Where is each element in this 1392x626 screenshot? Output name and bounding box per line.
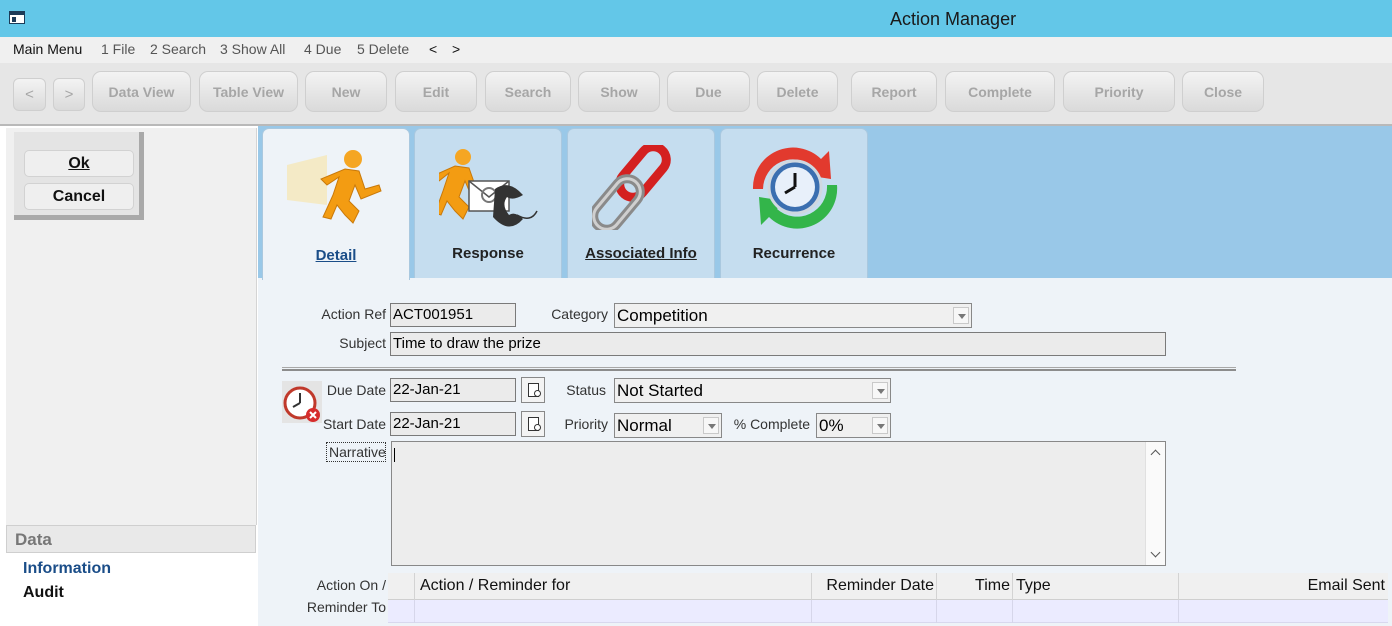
- tab-response-label: Response: [452, 245, 524, 262]
- menu-prev[interactable]: <: [429, 41, 437, 57]
- grid-col-selector[interactable]: [388, 573, 415, 600]
- running-man-phone-icon: [439, 149, 538, 227]
- category-select[interactable]: Competition: [614, 303, 972, 328]
- narrative-textarea[interactable]: [391, 441, 1166, 566]
- grid-cell-reminder-date[interactable]: [812, 600, 937, 623]
- data-view-button[interactable]: Data View: [92, 71, 191, 112]
- table-row[interactable]: [388, 600, 1388, 623]
- toolbar: < > Data View Table View New Edit Search…: [0, 63, 1392, 126]
- grid-cell-selector[interactable]: [388, 600, 415, 623]
- priority-button[interactable]: Priority: [1063, 71, 1175, 112]
- running-man-icon: [287, 150, 382, 224]
- tab-detail[interactable]: Detail: [262, 128, 410, 280]
- section-divider: [282, 367, 1236, 371]
- prev-record-button[interactable]: <: [13, 78, 46, 111]
- start-date-label: Start Date: [322, 416, 386, 432]
- grid-col-type[interactable]: Type: [1013, 573, 1179, 600]
- left-panel: Ok Cancel Data Information Audit: [6, 128, 257, 626]
- menu-due[interactable]: 4 Due: [304, 41, 341, 57]
- complete-select[interactable]: 0%: [816, 413, 891, 438]
- grid-col-reminder-date[interactable]: Reminder Date: [812, 573, 937, 600]
- search-button[interactable]: Search: [485, 71, 571, 112]
- title-bar: Action Manager: [0, 0, 1392, 37]
- table-view-button[interactable]: Table View: [199, 71, 298, 112]
- grid-col-email-sent[interactable]: Email Sent: [1179, 573, 1388, 600]
- reminder-to-label: Reminder To: [306, 599, 386, 615]
- menu-next[interactable]: >: [452, 41, 460, 57]
- status-value: Not Started: [617, 381, 703, 400]
- app-icon[interactable]: [9, 11, 25, 24]
- menu-search[interactable]: 2 Search: [150, 41, 206, 57]
- menu-bar: Main Menu 1 File 2 Search 3 Show All 4 D…: [0, 37, 1392, 63]
- action-on-label: Action On /: [316, 577, 386, 593]
- cancel-button[interactable]: Cancel: [24, 183, 134, 210]
- dialog-buttons: Ok Cancel: [14, 132, 144, 220]
- narrative-scrollbar[interactable]: [1145, 442, 1165, 565]
- grid-col-time[interactable]: Time: [937, 573, 1013, 600]
- data-item-audit[interactable]: Audit: [23, 584, 64, 602]
- scroll-down-icon[interactable]: [1150, 547, 1161, 558]
- chevron-down-icon[interactable]: [703, 417, 719, 434]
- subject-field[interactable]: Time to draw the prize: [390, 332, 1166, 356]
- due-button[interactable]: Due: [667, 71, 750, 112]
- priority-value: Normal: [617, 416, 672, 435]
- menu-show-all[interactable]: 3 Show All: [220, 41, 285, 57]
- chain-link-icon: [592, 145, 671, 230]
- priority-label: Priority: [564, 416, 608, 432]
- tab-strip: Detail Response Associated Info Recurren…: [258, 126, 1392, 280]
- subject-label: Subject: [339, 335, 386, 351]
- action-ref-label: Action Ref: [321, 306, 386, 322]
- scroll-up-icon[interactable]: [1150, 449, 1161, 460]
- action-ref-field[interactable]: ACT001951: [390, 303, 516, 327]
- data-panel: Data Information Audit: [6, 525, 257, 626]
- complete-label: % Complete: [733, 416, 810, 432]
- detail-form: Action Ref ACT001951 Category Competitio…: [258, 278, 1392, 626]
- text-caret: [394, 448, 395, 462]
- category-label: Category: [551, 306, 608, 322]
- next-record-button[interactable]: >: [53, 78, 85, 111]
- status-select[interactable]: Not Started: [614, 378, 891, 403]
- tab-detail-label: Detail: [315, 247, 357, 264]
- due-date-field[interactable]: 22-Jan-21: [390, 378, 516, 402]
- detail-area: Detail Response Associated Info Recurren…: [258, 126, 1392, 626]
- reminder-grid-header: Action / Reminder for Reminder Date Time…: [388, 573, 1388, 600]
- data-panel-header: Data: [6, 525, 256, 553]
- complete-button[interactable]: Complete: [945, 71, 1055, 112]
- ok-button[interactable]: Ok: [24, 150, 134, 177]
- close-button[interactable]: Close: [1182, 71, 1264, 112]
- edit-button[interactable]: Edit: [395, 71, 477, 112]
- menu-main[interactable]: Main Menu: [13, 41, 82, 57]
- due-date-label: Due Date: [326, 382, 386, 398]
- grid-col-action-reminder-for[interactable]: Action / Reminder for: [415, 573, 812, 600]
- tab-recurrence[interactable]: Recurrence: [720, 128, 868, 278]
- grid-cell-time[interactable]: [937, 600, 1013, 623]
- window-title: Action Manager: [890, 9, 1017, 29]
- chevron-down-icon[interactable]: [872, 382, 888, 399]
- data-item-information[interactable]: Information: [23, 560, 111, 578]
- chevron-down-icon[interactable]: [872, 417, 888, 434]
- report-button[interactable]: Report: [851, 71, 937, 112]
- grid-cell-type[interactable]: [1013, 600, 1179, 623]
- complete-value: 0%: [819, 416, 844, 435]
- menu-delete[interactable]: 5 Delete: [357, 41, 409, 57]
- tab-associated-info-label: Associated Info: [585, 245, 697, 262]
- narrative-label: Narrative: [326, 442, 386, 462]
- new-button[interactable]: New: [305, 71, 387, 112]
- due-date-calendar-icon[interactable]: [521, 377, 545, 403]
- tab-associated-info[interactable]: Associated Info: [567, 128, 715, 278]
- status-label: Status: [566, 382, 606, 398]
- grid-cell-action-reminder-for[interactable]: [415, 600, 812, 623]
- start-date-field[interactable]: 22-Jan-21: [390, 412, 516, 436]
- start-date-calendar-icon[interactable]: [521, 411, 545, 437]
- chevron-down-icon[interactable]: [953, 307, 969, 324]
- tab-response[interactable]: Response: [414, 128, 562, 278]
- category-value: Competition: [617, 306, 708, 325]
- tab-recurrence-label: Recurrence: [752, 245, 836, 262]
- show-button[interactable]: Show: [578, 71, 660, 112]
- delete-button[interactable]: Delete: [757, 71, 838, 112]
- priority-select[interactable]: Normal: [614, 413, 722, 438]
- menu-file[interactable]: 1 File: [101, 41, 135, 57]
- clock-recurrence-icon: [752, 147, 838, 229]
